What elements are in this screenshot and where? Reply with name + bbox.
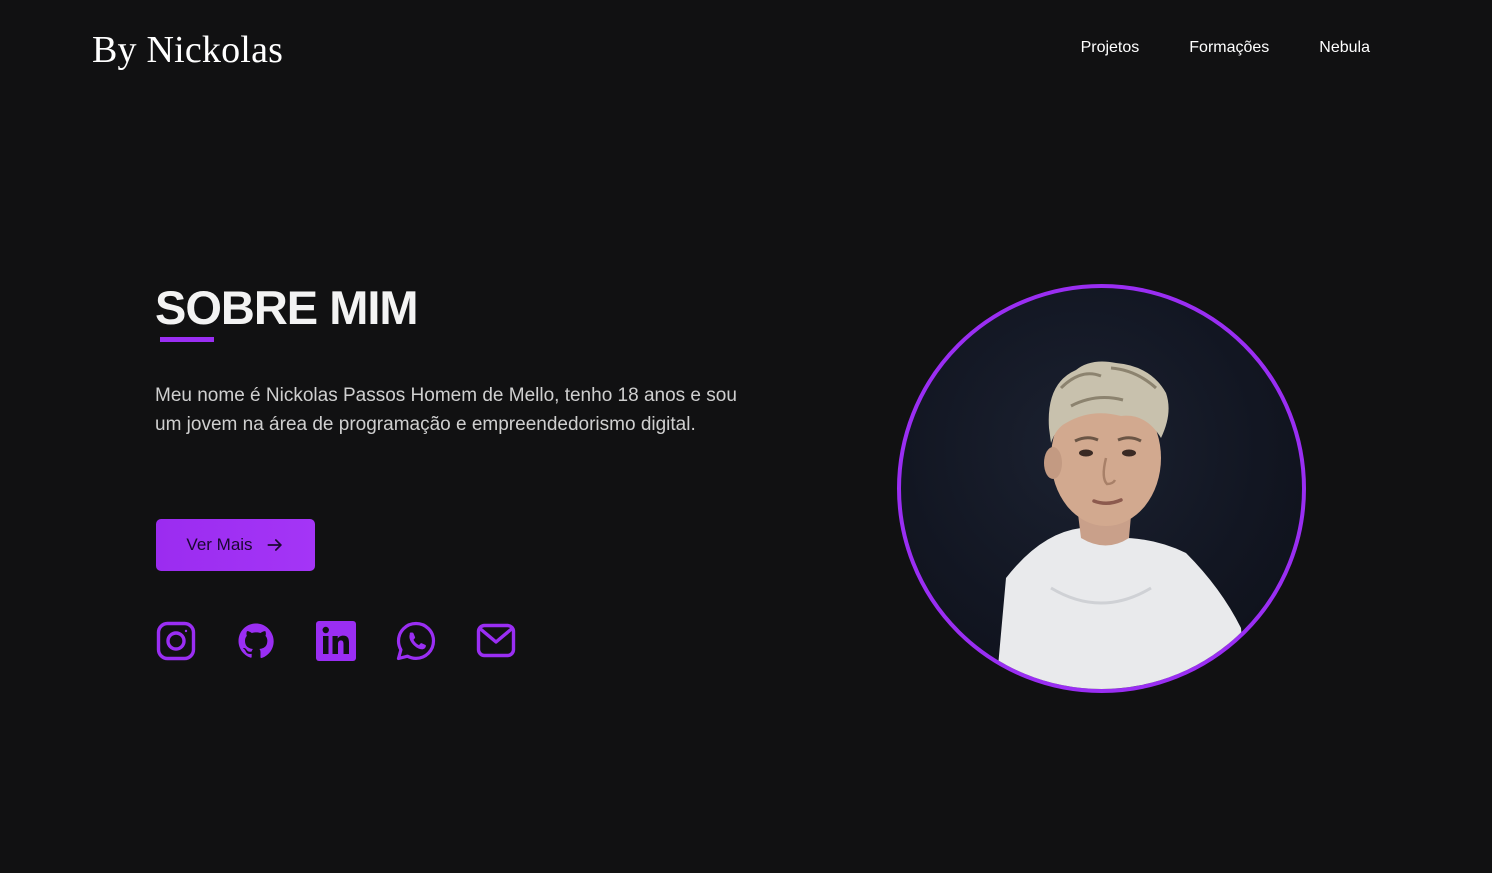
instagram-icon: [156, 621, 196, 661]
section-title: SOBRE MIM: [155, 281, 419, 334]
github-icon: [238, 623, 274, 659]
email-link[interactable]: [476, 620, 516, 662]
linkedin-link[interactable]: [316, 620, 356, 662]
whatsapp-icon: [396, 621, 436, 661]
whatsapp-link[interactable]: [396, 620, 436, 662]
nav-link-formacoes[interactable]: Formações: [1189, 39, 1269, 57]
github-link[interactable]: [236, 620, 276, 662]
profile-photo-illustration: [996, 361, 1246, 689]
profile-photo: [897, 284, 1306, 693]
site-logo[interactable]: By Nickolas: [92, 28, 283, 72]
social-links: [156, 620, 516, 662]
title-underline: [160, 337, 214, 342]
nav-link-nebula[interactable]: Nebula: [1319, 39, 1370, 57]
ver-mais-button[interactable]: Ver Mais: [156, 519, 315, 571]
main-nav: Projetos Formações Nebula: [1081, 39, 1370, 57]
linkedin-icon: [316, 621, 356, 661]
nav-link-projetos[interactable]: Projetos: [1081, 39, 1140, 57]
page: By Nickolas Projetos Formações Nebula SO…: [0, 0, 1492, 873]
instagram-link[interactable]: [156, 620, 196, 662]
mail-icon: [476, 623, 516, 658]
about-description: Meu nome é Nickolas Passos Homem de Mell…: [155, 385, 737, 435]
ver-mais-label: Ver Mais: [186, 535, 253, 554]
arrow-right-icon: [267, 539, 282, 551]
